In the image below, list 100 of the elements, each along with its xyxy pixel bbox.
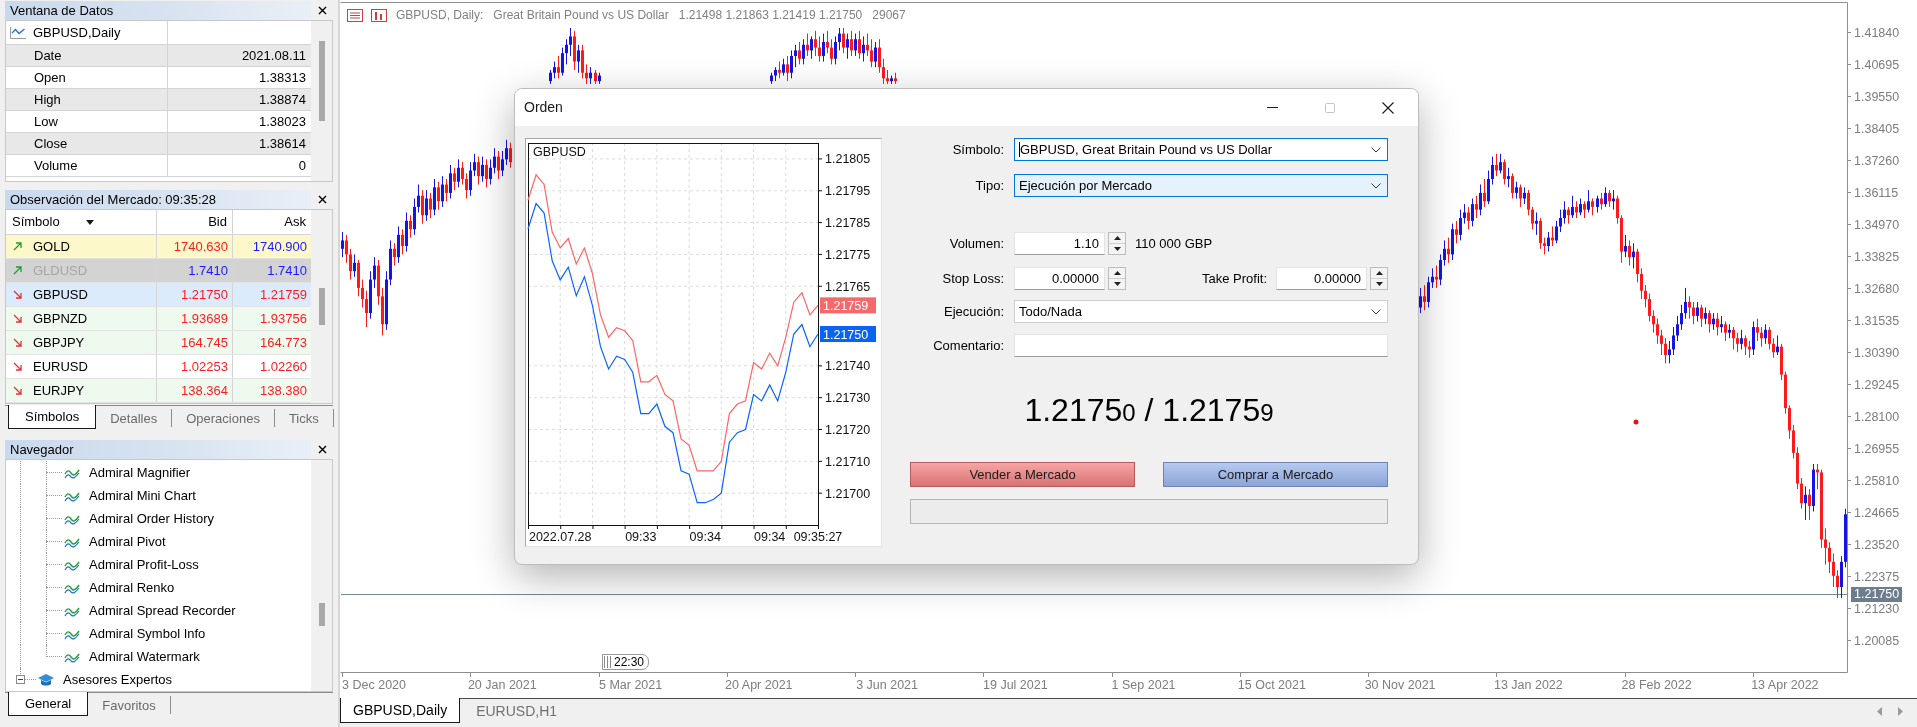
candlestick (1768, 326, 1771, 350)
input-field[interactable]: 1.10 (1014, 232, 1105, 255)
symbol-name: GBPJPY (33, 333, 85, 352)
caret-down-icon (1113, 247, 1121, 251)
column-header[interactable]: Ask (233, 210, 311, 234)
candlestick (465, 172, 468, 199)
tab[interactable]: Ticks (274, 409, 334, 427)
spin-control[interactable] (1108, 232, 1126, 255)
buy-button[interactable]: Comprar a Mercado (1163, 462, 1388, 487)
tree-item[interactable]: Admiral Watermark (89, 646, 200, 667)
list-icon[interactable] (347, 8, 363, 22)
tab[interactable]: Símbolos (8, 405, 97, 429)
table-row[interactable]: EURUSD 1.02253 1.02260 (6, 355, 311, 379)
spin-control[interactable] (1108, 267, 1126, 290)
ask-price: 138.380 (260, 381, 307, 400)
table-row[interactable]: GBPJPY 164.745 164.773 (6, 331, 311, 355)
chevron-down-icon (1371, 308, 1381, 315)
bar-chart-icon[interactable] (371, 8, 387, 22)
date-axis-label: 15 Oct 2021 (1237, 678, 1306, 692)
combo-box[interactable]: Ejecución por Mercado (1014, 174, 1388, 197)
candlestick (577, 44, 580, 74)
tree-item[interactable]: Admiral Symbol Info (89, 623, 206, 644)
tab[interactable]: Detalles (96, 409, 173, 427)
input-field[interactable]: 0.00000 (1276, 267, 1367, 290)
candlestick (1636, 248, 1639, 283)
candlestick (822, 33, 825, 63)
row-value: 1.38023 (259, 112, 306, 131)
date-axis-label: 3 Jun 2021 (856, 678, 918, 692)
price-axis-label: 1.30390 (1854, 346, 1900, 360)
candlestick (1828, 541, 1831, 574)
tree-item[interactable]: Admiral Renko (89, 577, 175, 598)
row-label: Close (34, 134, 68, 153)
candlestick (437, 181, 440, 211)
candlestick (1491, 156, 1494, 186)
collapse-icon[interactable] (16, 675, 25, 684)
tree-item[interactable]: Admiral Mini Chart (89, 485, 196, 506)
column-header[interactable]: Bid (157, 210, 233, 234)
candlestick (838, 27, 841, 51)
scrollbar-thumb[interactable] (318, 288, 325, 325)
candlestick (1764, 323, 1767, 345)
table-row[interactable]: GBPNZD 1.93689 1.93756 (6, 307, 311, 331)
sell-button[interactable]: Vender a Mercado (910, 462, 1135, 487)
tree-item[interactable]: Admiral Order History (89, 508, 214, 529)
tab[interactable]: Operaciones (172, 409, 275, 427)
table-row[interactable]: GOLD 1740.630 1740.900 (6, 235, 311, 259)
candlestick (802, 38, 805, 65)
bid-price: 164.745 (181, 333, 228, 352)
close-icon[interactable] (317, 195, 327, 204)
ask-price: 1.93756 (260, 309, 307, 328)
table-row[interactable]: EURJPY 138.364 138.380 (6, 379, 311, 403)
price-quote: 1.21750 / 1.21759 (1024, 392, 1274, 428)
candlestick (417, 184, 420, 213)
time-marker[interactable]: 22:30 (602, 654, 650, 670)
column-header[interactable]: Símbolo (6, 210, 157, 234)
scrollbar-thumb[interactable] (318, 41, 325, 121)
scroll-left-icon[interactable] (1877, 707, 1882, 716)
close-icon[interactable] (317, 445, 327, 454)
bid-price: 1.7410 (188, 261, 228, 280)
candlestick (794, 44, 797, 68)
candlestick (1640, 267, 1643, 300)
tree-item[interactable]: Admiral Pivot (89, 531, 166, 552)
panel-title: Ventana de Datos (10, 3, 114, 18)
spin-control[interactable] (1370, 267, 1388, 290)
candlestick (1555, 220, 1558, 244)
tree-item[interactable]: Admiral Magnifier (89, 462, 191, 483)
panel-title: Observación del Mercado: 09:35:28 (10, 192, 216, 207)
candlestick (858, 30, 861, 60)
candlestick (1644, 284, 1647, 308)
chart-tab[interactable]: GBPUSD,Daily (340, 698, 461, 723)
tree-item[interactable]: Admiral Spread Recorder (89, 600, 236, 621)
table-row[interactable]: GBPUSD 1.21750 1.21759 (6, 283, 311, 307)
close-icon[interactable] (317, 6, 327, 15)
tab[interactable]: General (8, 692, 89, 716)
price-axis-label: 1.31535 (1854, 314, 1900, 328)
date-axis-label: 1 Sep 2021 (1111, 678, 1176, 692)
axis-label: 1.21765 (825, 279, 871, 294)
chart-tab[interactable]: EURUSD,H1 (460, 699, 574, 723)
bid-price: 1.02253 (181, 357, 228, 376)
row-value: 1.38313 (259, 68, 306, 87)
candlestick (489, 158, 492, 186)
candlestick (1696, 301, 1699, 322)
candlestick (810, 35, 813, 60)
candlestick (1684, 287, 1687, 320)
price-tag: 1.21750 (820, 326, 876, 342)
input-field[interactable]: 0.00000 (1014, 267, 1105, 290)
combo-box[interactable]: GBPUSD, Great Britain Pound vs US Dollar (1014, 138, 1388, 161)
combo-box[interactable]: Todo/Nada (1014, 300, 1388, 323)
candlestick (453, 167, 456, 191)
candlestick (1439, 253, 1442, 286)
candlestick (870, 38, 873, 68)
candlestick (565, 38, 568, 65)
scrollbar-thumb[interactable] (318, 603, 325, 626)
candlestick (1483, 178, 1486, 208)
candlestick (1732, 326, 1735, 350)
input-field[interactable] (1014, 334, 1388, 357)
tree-item[interactable]: Admiral Profit-Loss (89, 554, 199, 575)
tab[interactable]: Favoritos (88, 696, 171, 714)
tree-item[interactable]: Asesores Expertos (63, 669, 173, 690)
row-label: Open (34, 68, 66, 87)
scroll-right-icon[interactable] (1898, 707, 1903, 716)
